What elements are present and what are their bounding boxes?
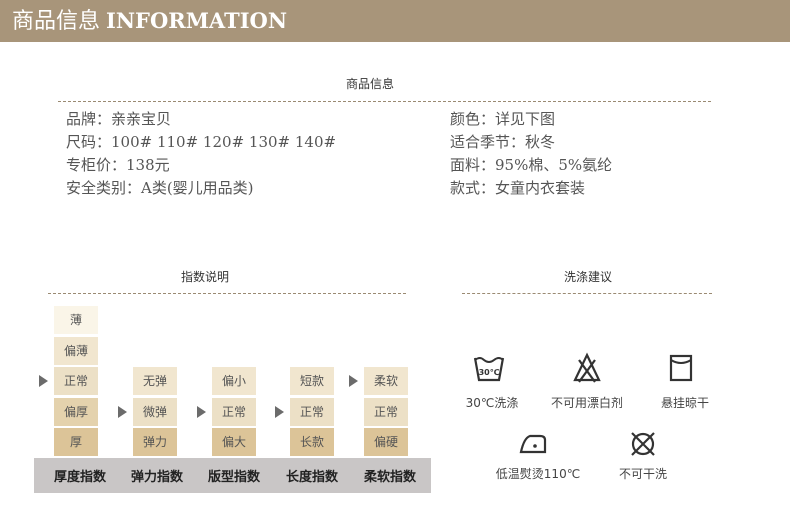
selected-arrow-icon	[197, 405, 206, 418]
no-bleach-icon	[573, 352, 601, 383]
iron-low-icon	[519, 434, 547, 454]
index-label: 厚度指数	[53, 470, 106, 485]
title-cn: 商品信息	[12, 9, 101, 34]
info-season: 适合季节：秋冬	[450, 133, 556, 151]
index-option: 薄	[54, 306, 98, 334]
index-divider	[48, 293, 406, 294]
wash-temp-text: 30℃	[479, 368, 500, 377]
no-dry-clean-icon	[631, 432, 655, 456]
header-bar: 商品信息 INFORMATION	[0, 0, 790, 42]
info-color: 颜色：详见下图	[450, 110, 556, 128]
wash-label-hang-dry: 悬挂晾干	[660, 396, 709, 410]
index-option: 柔软	[364, 367, 408, 395]
index-option: 偏厚	[54, 397, 98, 426]
wash-label-no-dry-clean: 不可干洗	[618, 467, 667, 481]
info-price: 专柜价：138元	[66, 156, 170, 174]
info-style: 款式：女童内衣套装	[450, 179, 586, 197]
info-size: 尺码：100# 110# 120# 130# 140#	[66, 133, 337, 151]
index-label: 长度指数	[285, 470, 338, 485]
index-label: 弹力指数	[130, 470, 183, 485]
info-safety: 安全类别：A类(婴儿用品类)	[66, 179, 254, 197]
info-brand: 品牌：亲亲宝贝	[66, 110, 172, 128]
index-option: 偏大	[212, 428, 256, 456]
product-section-title: 商品信息	[345, 77, 394, 91]
selected-arrow-icon	[349, 375, 358, 387]
index-option: 短款	[290, 367, 334, 395]
index-option: 偏薄	[54, 336, 98, 365]
index-section-title: 指数说明	[180, 270, 229, 284]
index-option: 厚	[54, 428, 98, 456]
product-divider	[58, 101, 711, 102]
hang-dry-icon	[669, 354, 693, 382]
wash-30-icon: 30℃	[473, 357, 505, 382]
wash-divider	[462, 293, 712, 294]
index-option: 正常	[212, 397, 256, 426]
index-option: 微弹	[133, 397, 177, 426]
selected-arrow-icon	[275, 405, 284, 418]
index-option: 弹力	[133, 428, 177, 456]
wash-label-iron: 低温熨烫110℃	[495, 467, 581, 481]
wash-label-30: 30℃洗涤	[465, 396, 519, 410]
index-option: 长款	[290, 428, 334, 456]
index-option: 正常	[290, 397, 334, 426]
selected-arrow-icon	[39, 375, 48, 387]
info-fabric: 面料：95%棉、5%氨纶	[450, 156, 613, 174]
index-option: 偏硬	[364, 428, 408, 456]
page-title: 商品信息 INFORMATION	[12, 6, 287, 37]
index-option: 偏小	[212, 367, 256, 395]
title-en: INFORMATION	[106, 8, 288, 33]
index-option: 正常	[54, 367, 98, 395]
wash-label-no-bleach: 不可用漂白剂	[550, 396, 623, 410]
index-option: 无弹	[133, 367, 177, 395]
selected-arrow-icon	[118, 405, 127, 418]
index-label: 柔软指数	[363, 470, 416, 485]
index-option: 正常	[364, 397, 408, 426]
index-label: 版型指数	[207, 470, 260, 485]
wash-section-title: 洗涤建议	[563, 270, 612, 284]
product-info-left: 品牌：亲亲宝贝 尺码：100# 110# 120# 130# 140# 专柜价：…	[66, 108, 336, 200]
product-info-right: 颜色：详见下图 适合季节：秋冬 面料：95%棉、5%氨纶 款式：女童内衣套装	[450, 108, 612, 200]
